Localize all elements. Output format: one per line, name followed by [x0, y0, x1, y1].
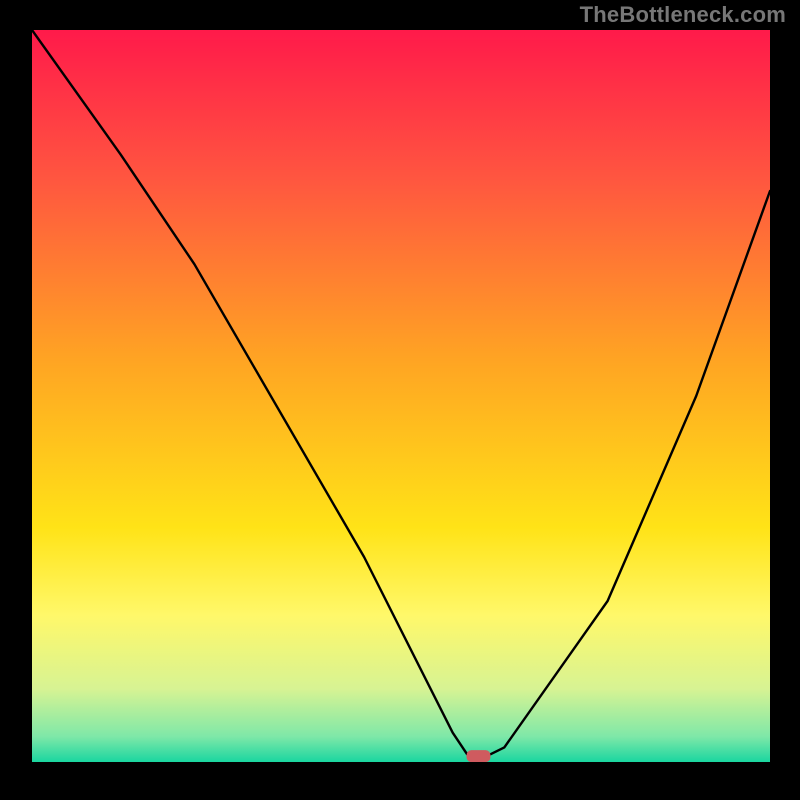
chart-svg — [32, 30, 770, 762]
gradient-background — [32, 30, 770, 762]
min-marker — [467, 750, 491, 762]
watermark-text: TheBottleneck.com — [580, 2, 786, 28]
chart-plot-area — [32, 30, 770, 762]
